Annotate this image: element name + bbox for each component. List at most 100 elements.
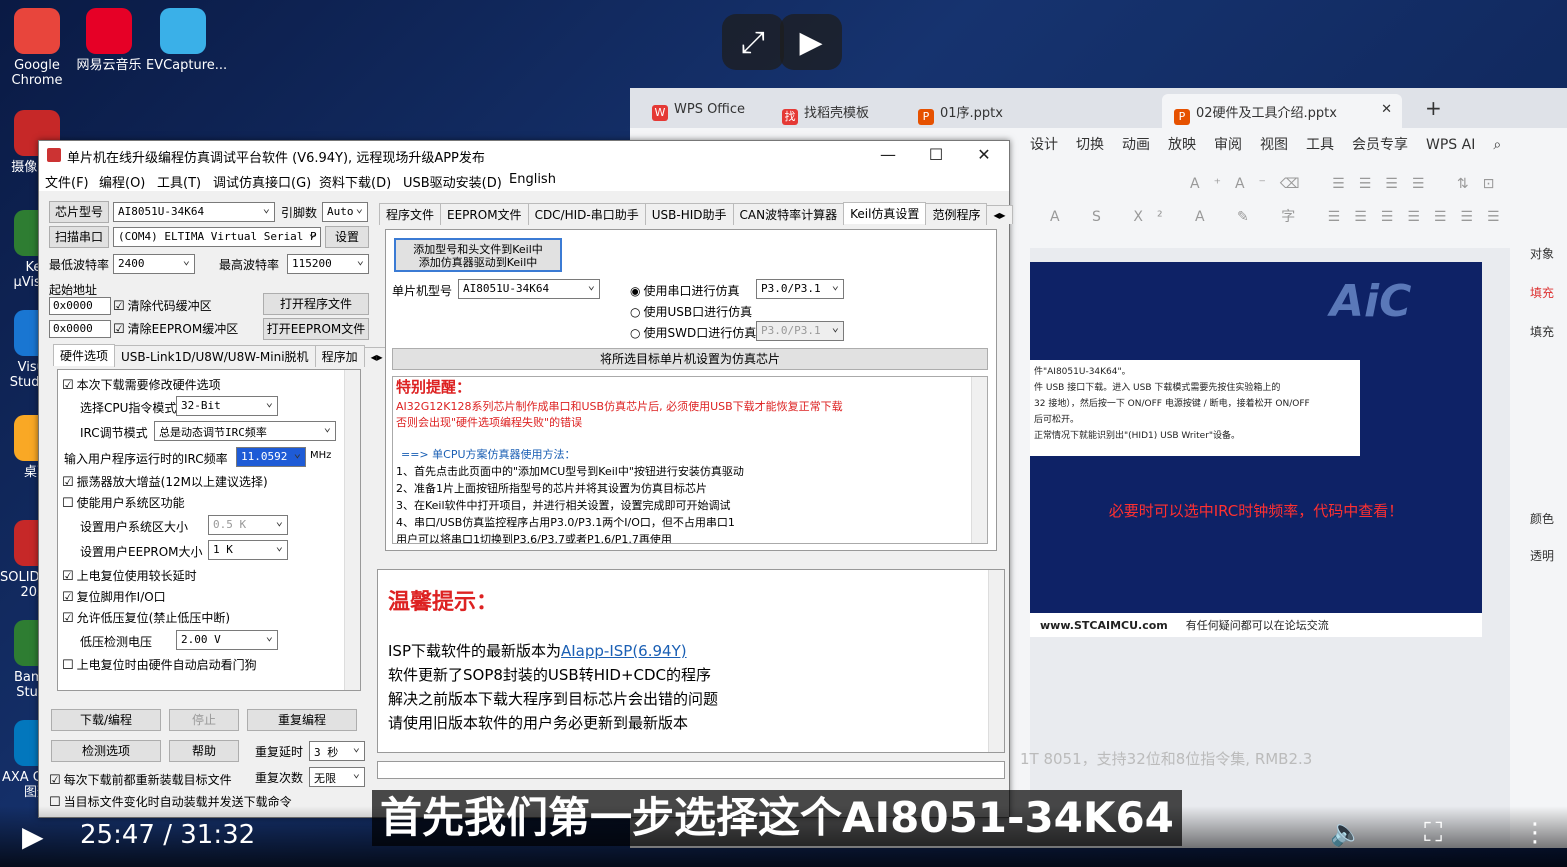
panel-object[interactable]: 对象 bbox=[1530, 245, 1567, 262]
scan-port-button[interactable]: 扫描串口 bbox=[49, 226, 109, 248]
tab-examples[interactable]: 范例程序 bbox=[925, 203, 988, 225]
menu-debug[interactable]: 调试仿真接口(G) bbox=[213, 172, 311, 191]
menu-view[interactable]: 视图 bbox=[1260, 137, 1288, 153]
help-button[interactable]: 帮助 bbox=[169, 740, 239, 762]
add-to-keil-button[interactable]: 添加型号和头文件到Keil中 添加仿真器驱动到Keil中 bbox=[394, 238, 562, 272]
menu-tools[interactable]: 工具(T) bbox=[157, 172, 201, 191]
tab-scroll-icon[interactable]: ◂▸ bbox=[986, 205, 1013, 224]
tab-program-encrypt[interactable]: 程序加 bbox=[314, 345, 365, 367]
reload-checkbox[interactable]: 每次下载前都重新装载目标文件 bbox=[49, 771, 232, 788]
reprogram-button[interactable]: 重复编程 bbox=[247, 709, 357, 731]
port-select[interactable]: (COM4) ELTIMA Virtual Serial P bbox=[113, 227, 321, 247]
panel-fill-sub[interactable]: 填充 bbox=[1530, 323, 1567, 340]
desktop-icon[interactable]: 网易云音乐 bbox=[72, 8, 146, 73]
eeprom-size-select[interactable]: 1 K bbox=[208, 540, 288, 560]
menu-slideshow[interactable]: 放映 bbox=[1168, 137, 1196, 153]
repeat-delay-select[interactable]: 3 秒 bbox=[309, 741, 365, 761]
open-program-button[interactable]: 打开程序文件 bbox=[263, 293, 369, 315]
close-icon[interactable]: ✕ bbox=[1381, 102, 1392, 117]
menu-file[interactable]: 文件(F) bbox=[45, 172, 89, 191]
menu-member[interactable]: 会员专享 bbox=[1352, 137, 1408, 153]
port-settings-button[interactable]: 设置 bbox=[325, 226, 369, 248]
clear-eeprom-checkbox[interactable]: 清除EEPROM缓冲区 bbox=[113, 320, 239, 337]
tab-wps-office[interactable]: W WPS Office bbox=[640, 94, 757, 128]
clear-code-checkbox[interactable]: 清除代码缓冲区 bbox=[113, 297, 212, 314]
sim-swd-radio[interactable]: 使用SWD口进行仿真 bbox=[630, 324, 756, 341]
serial-pin-select[interactable]: P3.0/P3.1 bbox=[756, 279, 844, 299]
menu-wps-ai[interactable]: WPS AI bbox=[1426, 137, 1475, 153]
oscillator-gain-checkbox[interactable]: 振荡器放大增益(12M以上建议选择) bbox=[62, 473, 268, 490]
menu-english[interactable]: English bbox=[509, 172, 556, 187]
play-icon[interactable]: ▶ bbox=[22, 820, 44, 853]
irc-freq-select[interactable]: 11.0592 bbox=[236, 447, 306, 467]
sim-serial-radio[interactable]: 使用串口进行仿真 bbox=[630, 282, 739, 299]
pins-select[interactable]: Auto bbox=[322, 202, 368, 222]
tab-eeprom-file[interactable]: EEPROM文件 bbox=[440, 203, 529, 225]
cpu-mode-select[interactable]: 32-Bit bbox=[176, 396, 278, 416]
reset-pin-checkbox[interactable]: 复位脚用作I/O口 bbox=[62, 588, 166, 605]
tips-scrollbar[interactable] bbox=[988, 570, 1004, 752]
set-sim-chip-button[interactable]: 将所选目标单片机设置为仿真芯片 bbox=[392, 348, 988, 370]
tab-program-file[interactable]: 程序文件 bbox=[379, 203, 442, 225]
search-icon[interactable]: ⌕ bbox=[1493, 137, 1501, 153]
menu-download[interactable]: 资料下载(D) bbox=[319, 172, 391, 191]
tab-01-pptx[interactable]: P 01序.pptx bbox=[906, 94, 1015, 128]
swd-pin-select[interactable]: P3.0/P3.1 bbox=[756, 321, 844, 341]
menu-design[interactable]: 设计 bbox=[1030, 137, 1058, 153]
code-address-input[interactable]: 0x0000 bbox=[49, 297, 111, 315]
sim-usb-radio[interactable]: 使用USB口进行仿真 bbox=[630, 303, 752, 320]
watchdog-checkbox[interactable]: 上电复位时由硬件自动启动看门狗 bbox=[62, 656, 257, 673]
panel-color[interactable]: 颜色 bbox=[1530, 510, 1567, 527]
menu-transition[interactable]: 切换 bbox=[1076, 137, 1104, 153]
desktop-icon[interactable]: Google Chrome bbox=[0, 8, 74, 88]
close-icon[interactable]: ✕ bbox=[961, 143, 1007, 167]
exit-fullscreen-icon[interactable]: ⤢ bbox=[722, 14, 784, 70]
tab-usb-hid[interactable]: USB-HID助手 bbox=[644, 203, 734, 225]
desktop-icon[interactable]: EVCapture... bbox=[146, 8, 227, 73]
volume-icon[interactable]: 🔈 bbox=[1330, 818, 1362, 848]
miniplayer-icon[interactable]: ▶ bbox=[780, 14, 842, 70]
menu-animation[interactable]: 动画 bbox=[1122, 137, 1150, 153]
keil-settings-panel: 添加型号和头文件到Keil中 添加仿真器驱动到Keil中 单片机型号 AI8051… bbox=[385, 229, 997, 551]
panel-transparency[interactable]: 透明 bbox=[1530, 547, 1567, 564]
eeprom-address-input[interactable]: 0x0000 bbox=[49, 320, 111, 338]
tab-usb-link[interactable]: USB-Link1D/U8W/U8W-Mini脱机 bbox=[114, 345, 316, 367]
system-size-select[interactable]: 0.5 K bbox=[208, 515, 288, 535]
repeat-count-select[interactable]: 无限 bbox=[309, 767, 365, 787]
menu-program[interactable]: 编程(O) bbox=[99, 172, 145, 191]
para-tools[interactable]: A S X² A ✎ 字 ☰☰☰☰☰☰☰ bbox=[1050, 206, 1514, 226]
notes-scrollbar[interactable] bbox=[971, 377, 987, 543]
tab-02-pptx[interactable]: P 02硬件及工具介绍.pptx ✕ bbox=[1162, 94, 1402, 128]
more-icon[interactable]: ⋮ bbox=[1522, 818, 1548, 848]
long-delay-checkbox[interactable]: 上电复位使用较长延时 bbox=[62, 567, 197, 584]
chip-model-select[interactable]: AI8051U-34K64 bbox=[113, 202, 275, 222]
menu-tools[interactable]: 工具 bbox=[1306, 137, 1334, 153]
maximize-icon[interactable]: ☐ bbox=[913, 143, 959, 167]
menu-review[interactable]: 审阅 bbox=[1214, 137, 1242, 153]
max-baud-select[interactable]: 115200 bbox=[287, 254, 369, 274]
tab-can-baud[interactable]: CAN波特率计算器 bbox=[732, 203, 845, 225]
font-tools[interactable]: A⁺A⁻⌫ ☰☰☰☰ ⇅⊡ bbox=[1190, 176, 1508, 192]
options-scrollbar[interactable] bbox=[344, 370, 360, 690]
latest-version-link[interactable]: AIapp-ISP(6.94Y) bbox=[561, 642, 687, 660]
stop-button[interactable]: 停止 bbox=[169, 709, 239, 731]
minimize-icon[interactable]: — bbox=[865, 143, 911, 167]
open-eeprom-button[interactable]: 打开EEPROM文件 bbox=[263, 318, 369, 340]
mcu-model-select[interactable]: AI8051U-34K64 bbox=[458, 279, 600, 299]
tab-keil-sim[interactable]: Keil仿真设置 bbox=[843, 202, 927, 224]
system-area-checkbox[interactable]: 使能用户系统区功能 bbox=[62, 494, 185, 511]
new-tab-icon[interactable]: + bbox=[1425, 96, 1442, 120]
low-voltage-reset-checkbox[interactable]: 允许低压复位(禁止低压中断) bbox=[62, 609, 230, 626]
menu-usb-driver[interactable]: USB驱动安装(D) bbox=[403, 172, 502, 191]
panel-fill[interactable]: 填充 bbox=[1530, 284, 1567, 301]
fullscreen-icon[interactable]: ⛶ bbox=[1424, 818, 1442, 849]
voltage-select[interactable]: 2.00 V bbox=[176, 630, 278, 650]
tab-hardware-options[interactable]: 硬件选项 bbox=[53, 344, 116, 366]
irc-mode-select[interactable]: 总是动态调节IRC频率 bbox=[154, 421, 336, 441]
download-program-button[interactable]: 下载/编程 bbox=[51, 709, 161, 731]
tab-serial-helper[interactable]: CDC/HID-串口助手 bbox=[527, 203, 646, 225]
min-baud-select[interactable]: 2400 bbox=[113, 254, 195, 274]
tab-templates[interactable]: 找找稻壳模板 bbox=[770, 94, 881, 128]
check-options-button[interactable]: 检测选项 bbox=[51, 740, 161, 762]
modify-options-checkbox[interactable]: 本次下载需要修改硬件选项 bbox=[62, 376, 221, 393]
